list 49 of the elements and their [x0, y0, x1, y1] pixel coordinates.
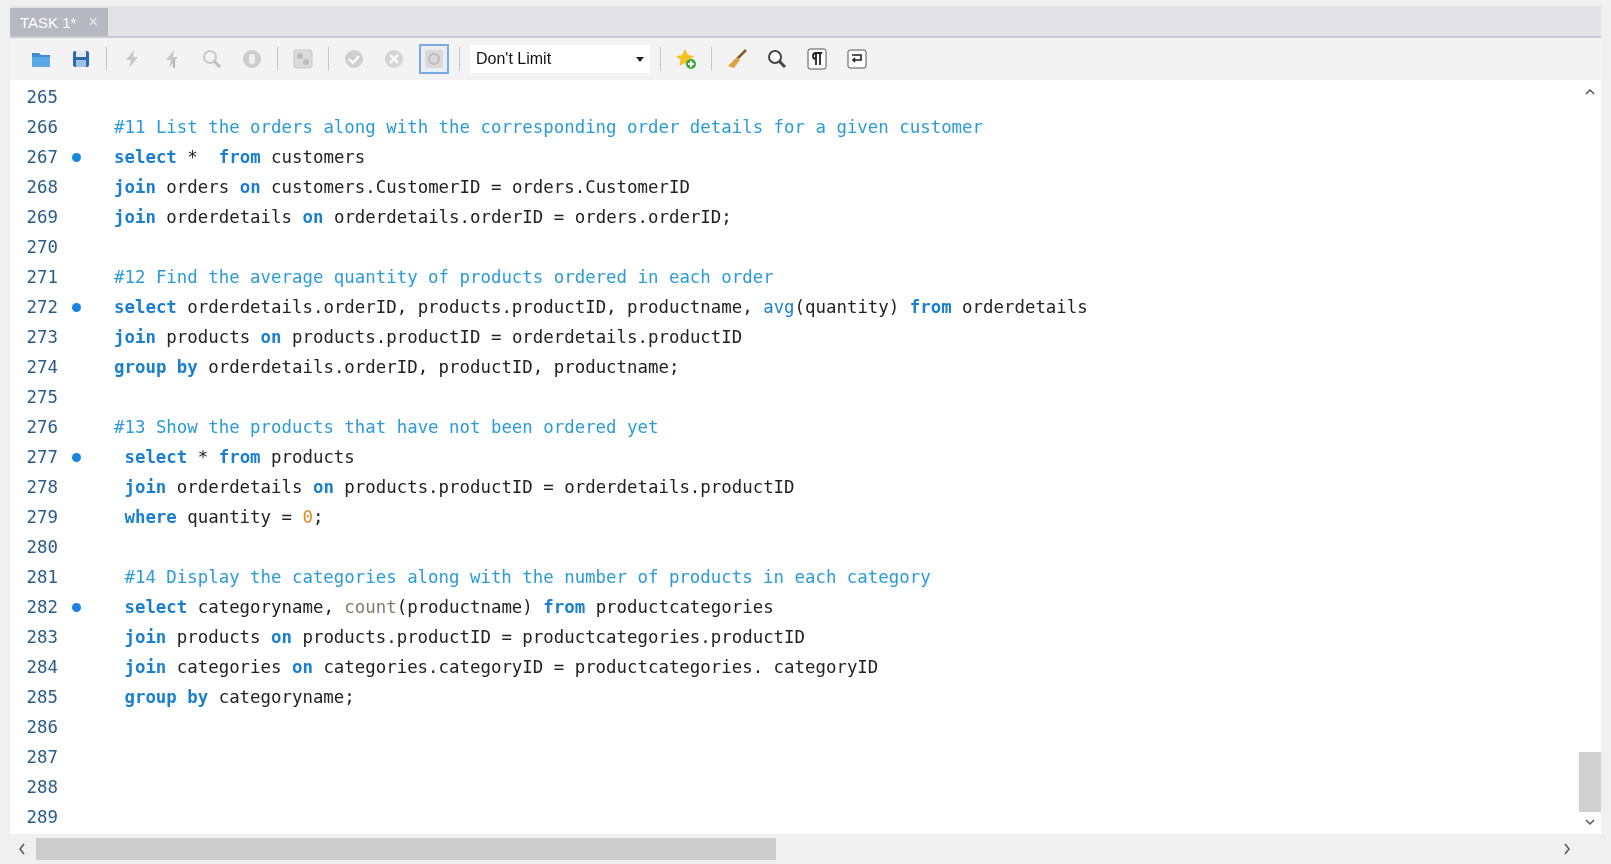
line-number: 283: [25, 627, 58, 647]
scrollbar-thumb[interactable]: [36, 838, 776, 860]
line-number: 281: [25, 567, 58, 587]
dropdown-caret-icon[interactable]: [636, 56, 644, 62]
line-number: 288: [25, 777, 58, 797]
line-number: 267: [25, 147, 58, 167]
line-number: 265: [25, 87, 58, 107]
code-line: group by categoryname;: [123, 687, 355, 707]
line-number: 289: [25, 807, 58, 827]
code-comment: #12 Find the average quantity of products ordered in each order: [114, 267, 774, 287]
code-comment: #14 Display the categories along with the number of products in each category: [123, 567, 931, 587]
line-number: 277: [25, 447, 58, 467]
close-icon[interactable]: ×: [88, 13, 98, 31]
line-number: 280: [25, 537, 58, 557]
line-number: 266: [25, 117, 58, 137]
line-number: 275: [25, 387, 58, 407]
code-line: select orderdetails.orderID, products.productID, productname, avg(quantity) from orderdetails: [114, 297, 1088, 317]
line-number: 278: [25, 477, 58, 497]
editor-tab[interactable]: TASK 1* ×: [10, 8, 108, 36]
code-line: group by orderdetails.orderID, productID, productname;: [114, 357, 680, 377]
line-number: 268: [25, 177, 58, 197]
code-line: join orderdetails on products.productID = orderdetails.productID: [123, 477, 795, 497]
code-line: select * from products: [123, 447, 355, 467]
code-line: join categories on categories.categoryID = productcategories. categoryID: [123, 657, 879, 677]
code-line: select * from customers: [114, 147, 366, 167]
line-number: 269: [25, 207, 58, 227]
tab-label: TASK 1*: [20, 13, 77, 31]
line-number: 282: [25, 597, 58, 617]
line-number: 271: [25, 267, 58, 287]
line-number: 273: [25, 327, 58, 347]
line-number: 285: [25, 687, 58, 707]
code-line: join products on products.productID = productcategories.productID: [123, 627, 806, 647]
code-line: join orderdetails on orderdetails.orderID = orders.orderID;: [114, 207, 732, 227]
line-number: 270: [25, 237, 58, 257]
line-number: 272: [25, 297, 58, 317]
line-number: 279: [25, 507, 58, 527]
line-number: 284: [25, 657, 58, 677]
line-number: 274: [25, 357, 58, 377]
row-limit-dropdown[interactable]: Don't Limit: [470, 45, 650, 73]
line-number: 286: [25, 717, 58, 737]
code-line: join products on products.productID = orderdetails.productID: [114, 327, 743, 347]
line-number: 276: [25, 417, 58, 437]
code-line: select categoryname, count(productname) from productcategories: [123, 597, 774, 617]
line-number: 287: [25, 747, 58, 767]
code-line: join orders on customers.CustomerID = orders.CustomerID: [114, 177, 690, 197]
code-comment: #13 Show the products that have not been ordered yet: [114, 417, 659, 437]
code-comment: #11 List the orders along with the corresponding order details for a given customer: [114, 117, 983, 137]
code-line: where quantity = 0;: [123, 507, 324, 527]
scrollbar-thumb[interactable]: [1579, 752, 1601, 812]
